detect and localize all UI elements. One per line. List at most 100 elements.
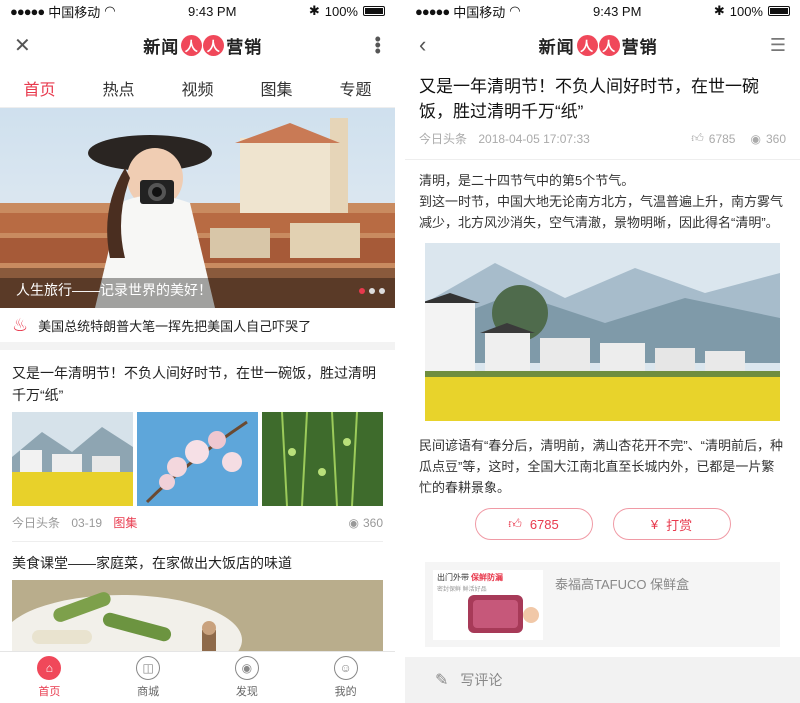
shopping-bag-icon: ◫ [136,656,161,680]
bottom-tab-profile[interactable]: ☺ 我的 [333,656,358,699]
category-tabs: 首页 热点 视频 图集 专题 [0,68,395,111]
thumbnail-willow [262,412,383,506]
article-tag: 图集 [113,516,138,530]
wifi-icon: ◠ [104,3,116,18]
banner-carousel[interactable]: 人生旅行——记录世界的美好！ [0,108,395,308]
thumbs-up-icon: 👍︎ [691,131,704,145]
hot-headline: 美国总统特朗普大笔一挥先把美国人自己吓哭了 [38,318,312,334]
banner-caption: 人生旅行——记录世界的美好！ [16,282,212,298]
signal-icon: ●●●●● [10,3,45,19]
bottom-tab-home[interactable]: ⌂ 首页 [37,656,62,699]
clock: 9:43 PM [593,3,642,19]
logo-text-2: 营销 [226,37,263,57]
carousel-dot [379,288,385,294]
close-icon[interactable]: ✕ [14,33,31,58]
more-vertical-icon[interactable]: • • • [375,30,381,60]
comment-bar[interactable]: ✎ 写评论 [405,657,800,703]
article-views: 360 [362,515,383,530]
article-meta: 今日头条 03-19 图集 ◉ 360 [12,506,383,542]
comment-input[interactable]: 写评论 [460,670,502,690]
view-count: 360 [765,131,786,146]
ad-title: 泰福高TAFUCO 保鲜盒 [555,577,690,592]
article-detail-screen: ●●●●● 中国移动 ◠ 9:43 PM ✱ 100% ‹ 新闻 人人 营销 ☰… [405,0,800,703]
logo-badge-1: 人 [576,34,598,56]
article-source: 今日头条 [12,516,61,530]
eye-icon: ◉ [348,515,359,530]
bottom-tab-mall[interactable]: ◫ 商城 [136,656,161,699]
signal-icon: ●●●●● [415,3,450,19]
bluetooth-icon: ✱ [713,3,725,18]
pencil-icon: ✎ [435,672,449,689]
article-paragraph: 民间谚语有“春分后，清明前，满山杏花开不完”、“清明前后，种瓜点豆”等，这时，全… [419,438,783,495]
article-paragraph: 到这一时节，中国大地无论南方北方，气温普遍上升，南方雾气减少，北方风沙消失，空气… [419,194,784,230]
battery-icon [362,6,385,16]
home-icon: ⌂ [37,656,62,680]
logo-badge-1: 人 [181,34,203,56]
carrier-label: 中国移动 [453,4,506,20]
tab-video[interactable]: 视频 [175,68,219,108]
clock: 9:43 PM [188,3,237,19]
article-thumbnails [12,412,383,506]
list-item[interactable]: 美食课堂——家庭菜，在家做出大饭店的味道 [0,542,395,660]
article-paragraph: 清明，是二十四节气中的第5个节气。 [419,173,635,188]
tab-gallery[interactable]: 图集 [254,68,298,108]
back-chevron-icon[interactable]: ‹ [419,32,426,58]
home-screen: ●●●●● 中国移动 ◠ 9:43 PM ✱ 100% ✕ 新闻 人人 营销 •… [0,0,395,703]
user-icon: ☺ [333,656,358,680]
reward-button[interactable]: ¥ 打赏 [612,508,731,540]
like-button-count: 6785 [529,516,559,532]
article-title: 又是一年清明节！不负人间好时节，在世一碗饭，胜过清明千万“纸” [12,365,376,403]
logo-badge-2: 人 [598,34,620,56]
thumbs-up-icon: 👍︎ [508,516,522,531]
article-image [425,243,780,421]
wifi-icon: ◠ [509,3,521,18]
article-datetime: 2018-04-05 17:07:33 [478,132,590,146]
article-meta: 今日头条 2018-04-05 17:07:33 👍︎ 6785 ◉ 360 [405,124,800,160]
carousel-dots [359,288,385,294]
reward-button-label: 打赏 [666,517,693,533]
bottom-tab-discover[interactable]: ◉ 发现 [234,656,259,699]
like-button[interactable]: 👍︎ 6785 [474,508,593,540]
tab-home[interactable]: 首页 [9,68,70,111]
bottom-tab-label: 我的 [334,686,357,698]
bottom-tab-label: 首页 [38,686,61,698]
logo-badge-2: 人 [203,34,225,56]
app-logo: 新闻 人人 营销 [539,33,658,58]
logo-text-2: 营销 [621,37,658,57]
thumbnail-village [12,412,133,506]
like-count: 6785 [708,131,736,146]
logo-text-1: 新闻 [143,37,180,57]
money-bag-icon: ¥ [650,516,659,532]
tab-hot[interactable]: 热点 [96,68,140,108]
eye-icon: ◉ [234,656,259,680]
bluetooth-icon: ✱ [308,3,320,18]
tab-topics[interactable]: 专题 [333,68,377,108]
advertisement[interactable]: 出门外带 保鲜防漏 密封保鲜 鲜活好品 泰福高TAFUCO 保鲜盒 [425,562,780,647]
article-date: 03-19 [71,516,103,530]
ad-image: 出门外带 保鲜防漏 密封保鲜 鲜活好品 [433,570,543,640]
article-title: 又是一年清明节！不负人间好时节，在世一碗饭，胜过清明千万“纸” [419,77,759,121]
battery-percent: 100% [324,3,358,19]
status-bar: ●●●●● 中国移动 ◠ 9:43 PM ✱ 100% [0,0,395,22]
action-buttons: 👍︎ 6785 ¥ 打赏 [405,508,800,540]
carrier-label: 中国移动 [48,4,101,20]
article-source: 今日头条 [419,132,468,146]
article-image [12,580,383,660]
bottom-tab-bar: ⌂ 首页 ◫ 商城 ◉ 发现 ☺ 我的 [0,651,395,703]
eye-icon: ◉ [750,131,761,146]
nav-bar: ✕ 新闻 人人 营销 • • • [0,22,395,68]
battery-percent: 100% [729,3,763,19]
battery-icon [767,6,790,16]
carousel-dot-active [359,288,365,294]
carousel-dot [369,288,375,294]
nav-bar: ‹ 新闻 人人 营销 ☰ [405,22,800,68]
article-title: 美食课堂——家庭菜，在家做出大饭店的味道 [12,555,292,571]
app-logo: 新闻 人人 营销 [143,33,262,58]
bottom-tab-label: 发现 [235,686,258,698]
status-bar: ●●●●● 中国移动 ◠ 9:43 PM ✱ 100% [405,0,800,22]
bottom-tab-label: 商城 [137,686,160,698]
hot-news-row[interactable]: ♨ 美国总统特朗普大笔一挥先把美国人自己吓哭了 [0,308,395,350]
flame-icon: ♨ [12,314,29,335]
list-item[interactable]: 又是一年清明节！不负人间好时节，在世一碗饭，胜过清明千万“纸” 今日头条 03-… [0,350,395,542]
menu-list-icon[interactable]: ☰ [770,35,786,56]
